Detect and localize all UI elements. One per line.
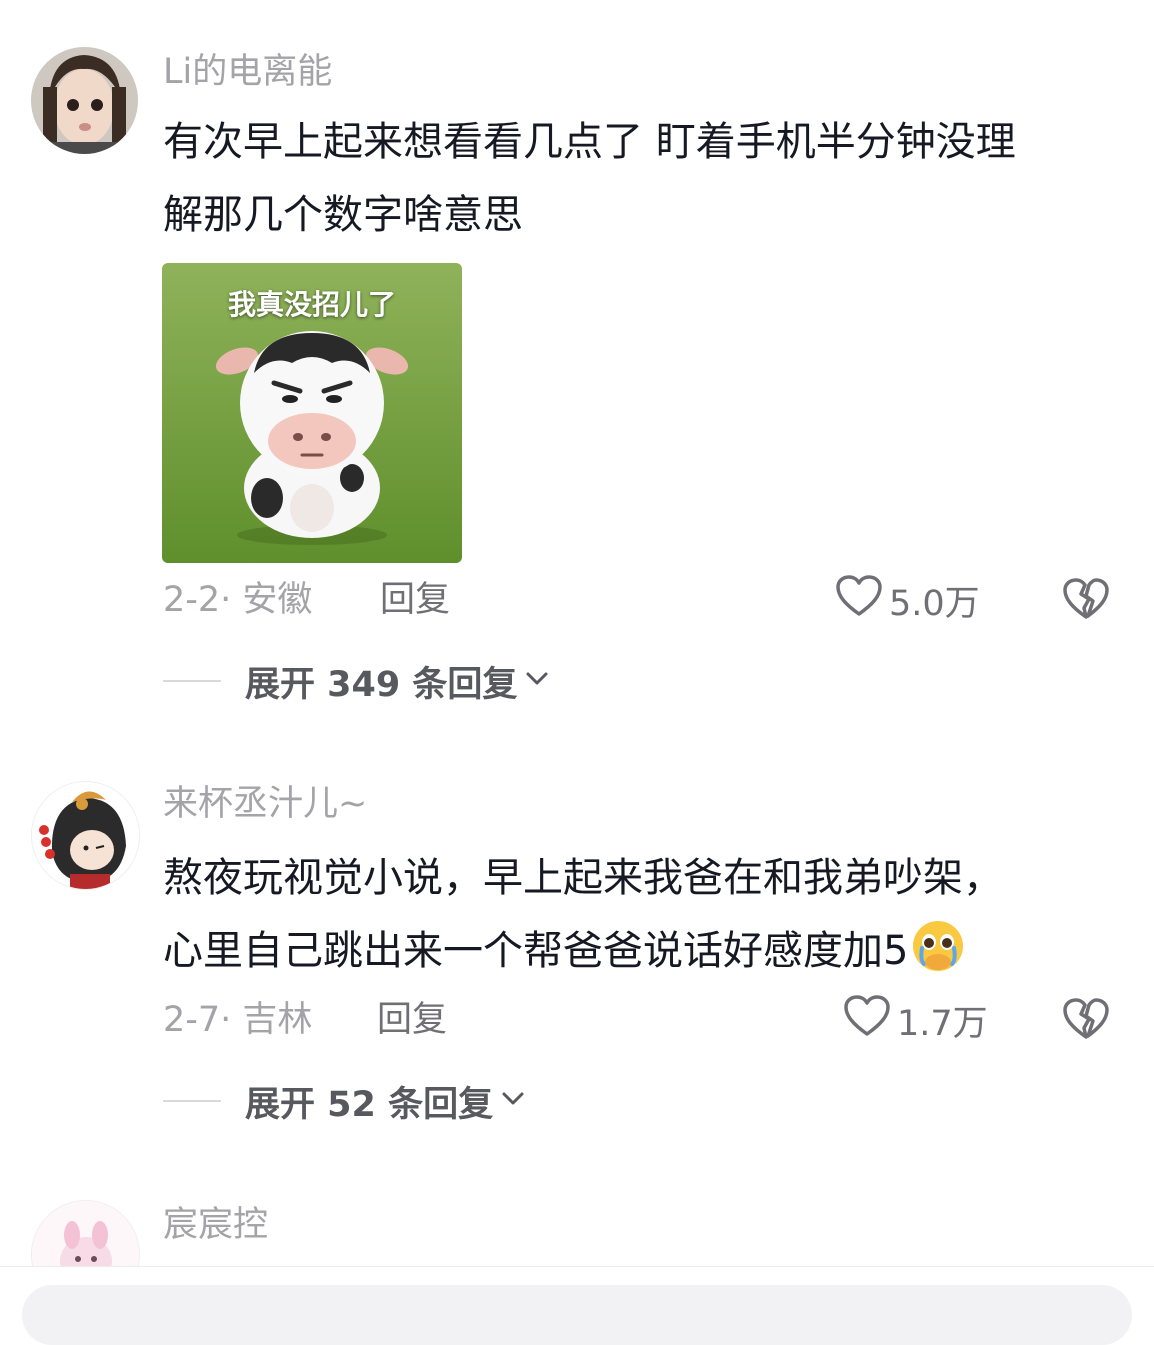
divider — [163, 1100, 221, 1102]
username[interactable]: 宸宸控 — [163, 1203, 268, 1247]
username[interactable]: 来杯丞汁儿~ — [163, 782, 367, 826]
avatar[interactable] — [31, 47, 138, 154]
comment-text-fragment: 心里自己跳出来一个帮爸爸说话好感度加5 — [163, 928, 909, 974]
date-location: 2-2· 安徽 — [163, 580, 313, 620]
broken-heart-icon — [1062, 578, 1110, 627]
username[interactable]: Li的电离能 — [163, 50, 332, 94]
comment-text: 熬夜玩视觉小说，早上起来我爸在和我弟吵架， 心里自己跳出来一个帮爸爸说话好感度加… — [163, 842, 1123, 998]
avatar[interactable] — [31, 781, 140, 890]
comment-text-line: 熬夜玩视觉小说，早上起来我爸在和我弟吵架， — [163, 855, 1003, 901]
expand-replies-button[interactable]: 展开 52 条回复 — [163, 1077, 525, 1125]
date-location: 2-7· 吉林 — [163, 1000, 313, 1040]
dislike-button[interactable] — [1062, 995, 1110, 1043]
pleading-face-emoji-icon — [910, 918, 966, 998]
comment-input-bar — [0, 1266, 1154, 1345]
chevron-down-icon — [517, 671, 549, 691]
expand-replies-label: 展开 349 条回复 — [245, 664, 518, 705]
sticker-caption: 我真没招儿了 — [227, 288, 396, 321]
reply-button[interactable]: 回复 — [377, 998, 447, 1042]
like-count: 1.7万 — [897, 1003, 988, 1044]
comment-text-line: 有次早上起来想看看几点了 盯着手机半分钟没理 — [163, 119, 1016, 165]
comment-text-line-with-emoji: 心里自己跳出来一个帮爸爸说话好感度加5 — [163, 915, 1123, 998]
like-button[interactable]: 5.0万 — [835, 574, 980, 627]
expand-replies-button[interactable]: 展开 349 条回复 — [163, 657, 549, 705]
chevron-down-icon — [493, 1091, 525, 1111]
dislike-button[interactable] — [1062, 575, 1110, 623]
reply-button[interactable]: 回复 — [380, 578, 450, 622]
heart-outline-icon — [835, 574, 889, 627]
heart-outline-icon — [843, 994, 897, 1047]
broken-heart-icon — [1062, 998, 1110, 1047]
sticker-image[interactable]: 我真没招儿了 — [162, 263, 462, 563]
comment-text: 有次早上起来想看看几点了 盯着手机半分钟没理 解那几个数字啥意思 — [163, 106, 1123, 252]
divider — [163, 680, 221, 682]
like-button[interactable]: 1.7万 — [843, 994, 988, 1047]
comment-input[interactable] — [22, 1285, 1132, 1345]
expand-replies-label: 展开 52 条回复 — [245, 1084, 494, 1125]
comment-text-line: 解那几个数字啥意思 — [163, 192, 523, 238]
like-count: 5.0万 — [889, 583, 980, 624]
